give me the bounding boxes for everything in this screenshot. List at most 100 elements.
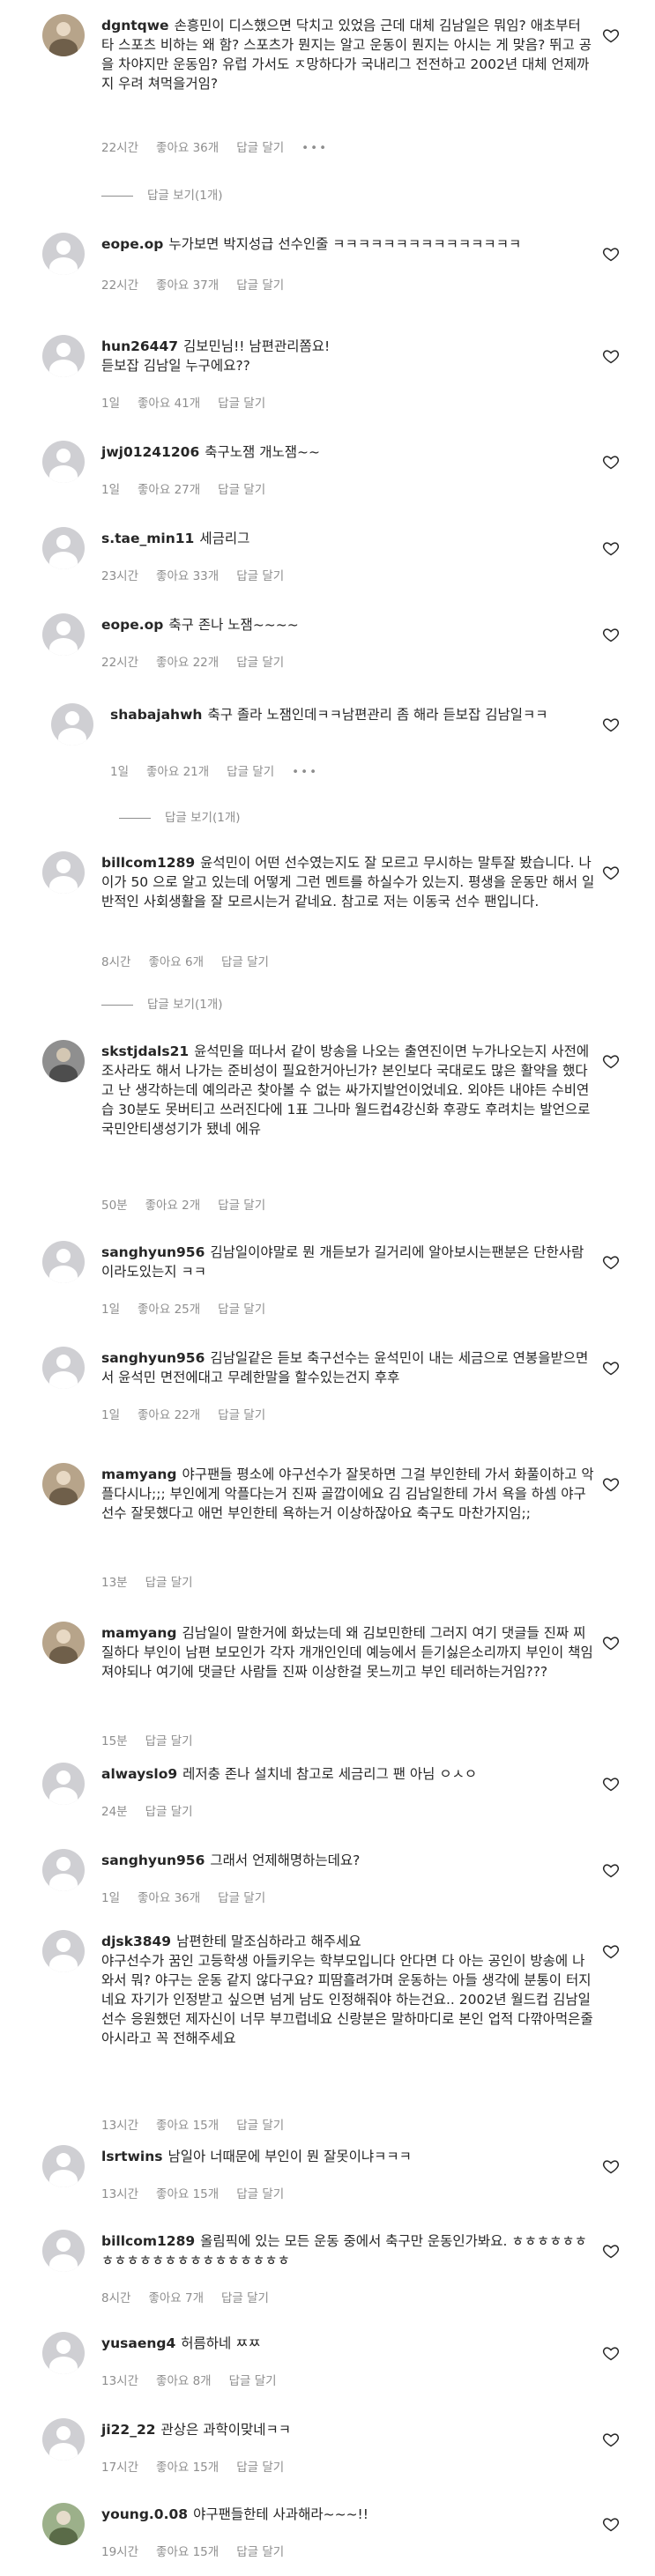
comment-likes[interactable]: 좋아요 15개: [156, 2461, 219, 2475]
comment-likes[interactable]: 좋아요 2개: [145, 1199, 201, 1213]
avatar[interactable]: [42, 2503, 85, 2545]
comment-likes[interactable]: 좋아요 15개: [156, 2545, 219, 2559]
avatar[interactable]: [42, 2145, 85, 2187]
comment-username[interactable]: lsrtwins: [101, 2149, 163, 2164]
avatar[interactable]: [42, 1463, 85, 1505]
like-heart-icon[interactable]: [602, 1861, 620, 1879]
comment-username[interactable]: ji22_22: [101, 2422, 156, 2438]
reply-button[interactable]: 답글 달기: [236, 569, 284, 583]
comment-username[interactable]: yusaeng4: [101, 2335, 175, 2351]
comment-likes[interactable]: 좋아요 7개: [148, 2291, 204, 2305]
avatar[interactable]: [42, 14, 85, 56]
reply-button[interactable]: 답글 달기: [218, 1408, 265, 1422]
comment-likes[interactable]: 좋아요 27개: [138, 483, 200, 497]
like-heart-icon[interactable]: [602, 1634, 620, 1652]
avatar[interactable]: [42, 441, 85, 483]
like-heart-icon[interactable]: [602, 1253, 620, 1271]
more-options-icon[interactable]: •••: [292, 765, 318, 779]
like-heart-icon[interactable]: [602, 626, 620, 643]
comment-likes[interactable]: 좋아요 33개: [156, 569, 219, 583]
comment-username[interactable]: hun26447: [101, 338, 178, 354]
avatar[interactable]: [42, 233, 85, 275]
more-options-icon[interactable]: •••: [301, 141, 328, 155]
comment-likes[interactable]: 좋아요 36개: [156, 141, 219, 155]
reply-button[interactable]: 답글 달기: [236, 2461, 284, 2475]
like-heart-icon[interactable]: [602, 1775, 620, 1793]
avatar[interactable]: [42, 851, 85, 894]
avatar[interactable]: [42, 1622, 85, 1664]
avatar[interactable]: [42, 1763, 85, 1805]
comment-likes[interactable]: 좋아요 37개: [156, 278, 219, 293]
comment-likes[interactable]: 좋아요 41개: [138, 397, 200, 411]
like-heart-icon[interactable]: [602, 1359, 620, 1377]
like-heart-icon[interactable]: [602, 245, 620, 263]
reply-button[interactable]: 답글 달기: [218, 1303, 265, 1317]
like-heart-icon[interactable]: [602, 2344, 620, 2362]
comment-username[interactable]: shabajahwh: [110, 707, 202, 723]
avatar[interactable]: [42, 1347, 85, 1389]
comment-likes[interactable]: 좋아요 25개: [138, 1303, 200, 1317]
comment-username[interactable]: sanghyun956: [101, 1350, 205, 1366]
comment-username[interactable]: mamyang: [101, 1625, 176, 1641]
comment-username[interactable]: sanghyun956: [101, 1852, 205, 1868]
comment-username[interactable]: eope.op: [101, 617, 163, 633]
reply-button[interactable]: 답글 달기: [236, 656, 284, 670]
comment-likes[interactable]: 좋아요 6개: [148, 955, 204, 969]
comment-username[interactable]: alwayslo9: [101, 1766, 177, 1782]
reply-button[interactable]: 답글 달기: [145, 1576, 193, 1590]
comment-likes[interactable]: 좋아요 15개: [156, 2119, 219, 2133]
reply-button[interactable]: 답글 달기: [218, 483, 265, 497]
like-heart-icon[interactable]: [602, 2242, 620, 2260]
reply-button[interactable]: 답글 달기: [145, 1805, 193, 1819]
avatar[interactable]: [42, 335, 85, 377]
reply-button[interactable]: 답글 달기: [218, 1891, 265, 1905]
comment-username[interactable]: billcom1289: [101, 2233, 195, 2249]
like-heart-icon[interactable]: [602, 1475, 620, 1493]
avatar[interactable]: [42, 2418, 85, 2461]
like-heart-icon[interactable]: [602, 1942, 620, 1960]
comment-username[interactable]: young.0.08: [101, 2506, 188, 2522]
reply-button[interactable]: 답글 달기: [229, 2374, 277, 2388]
like-heart-icon[interactable]: [602, 2431, 620, 2448]
avatar[interactable]: [42, 527, 85, 569]
comment-username[interactable]: eope.op: [101, 236, 163, 252]
avatar[interactable]: [42, 2332, 85, 2374]
comment-likes[interactable]: 좋아요 36개: [138, 1891, 200, 1905]
comment-username[interactable]: skstjdals21: [101, 1043, 189, 1059]
view-replies-button[interactable]: 답글 보기(1개): [101, 994, 223, 1012]
comment-likes[interactable]: 좋아요 22개: [138, 1408, 200, 1422]
reply-button[interactable]: 답글 달기: [218, 397, 265, 411]
reply-button[interactable]: 답글 달기: [236, 2545, 284, 2559]
reply-button[interactable]: 답글 달기: [236, 2119, 284, 2133]
comment-username[interactable]: mamyang: [101, 1466, 176, 1482]
like-heart-icon[interactable]: [602, 864, 620, 881]
comment-username[interactable]: jwj01241206: [101, 444, 199, 460]
comment-username[interactable]: djsk3849: [101, 1934, 171, 1949]
avatar[interactable]: [42, 1849, 85, 1891]
comment-username[interactable]: dgntqwe: [101, 18, 169, 33]
like-heart-icon[interactable]: [602, 26, 620, 44]
comment-username[interactable]: sanghyun956: [101, 1244, 205, 1260]
avatar[interactable]: [51, 703, 93, 746]
reply-button[interactable]: 답글 달기: [145, 1734, 193, 1748]
reply-button[interactable]: 답글 달기: [236, 278, 284, 293]
reply-button[interactable]: 답글 달기: [236, 141, 284, 155]
comment-likes[interactable]: 좋아요 22개: [156, 656, 219, 670]
avatar[interactable]: [42, 1930, 85, 1972]
avatar[interactable]: [42, 2230, 85, 2272]
reply-button[interactable]: 답글 달기: [236, 2187, 284, 2201]
like-heart-icon[interactable]: [602, 716, 620, 733]
like-heart-icon[interactable]: [602, 453, 620, 471]
reply-button[interactable]: 답글 달기: [221, 2291, 269, 2305]
reply-button[interactable]: 답글 달기: [218, 1199, 265, 1213]
like-heart-icon[interactable]: [602, 2157, 620, 2175]
view-replies-button[interactable]: 답글 보기(1개): [101, 185, 223, 203]
avatar[interactable]: [42, 1241, 85, 1283]
view-replies-button[interactable]: 답글 보기(1개): [119, 807, 241, 825]
reply-button[interactable]: 답글 달기: [221, 955, 269, 969]
reply-button[interactable]: 답글 달기: [227, 765, 274, 779]
like-heart-icon[interactable]: [602, 539, 620, 557]
comment-likes[interactable]: 좋아요 21개: [146, 765, 209, 779]
comment-username[interactable]: s.tae_min11: [101, 531, 194, 546]
comment-likes[interactable]: 좋아요 15개: [156, 2187, 219, 2201]
